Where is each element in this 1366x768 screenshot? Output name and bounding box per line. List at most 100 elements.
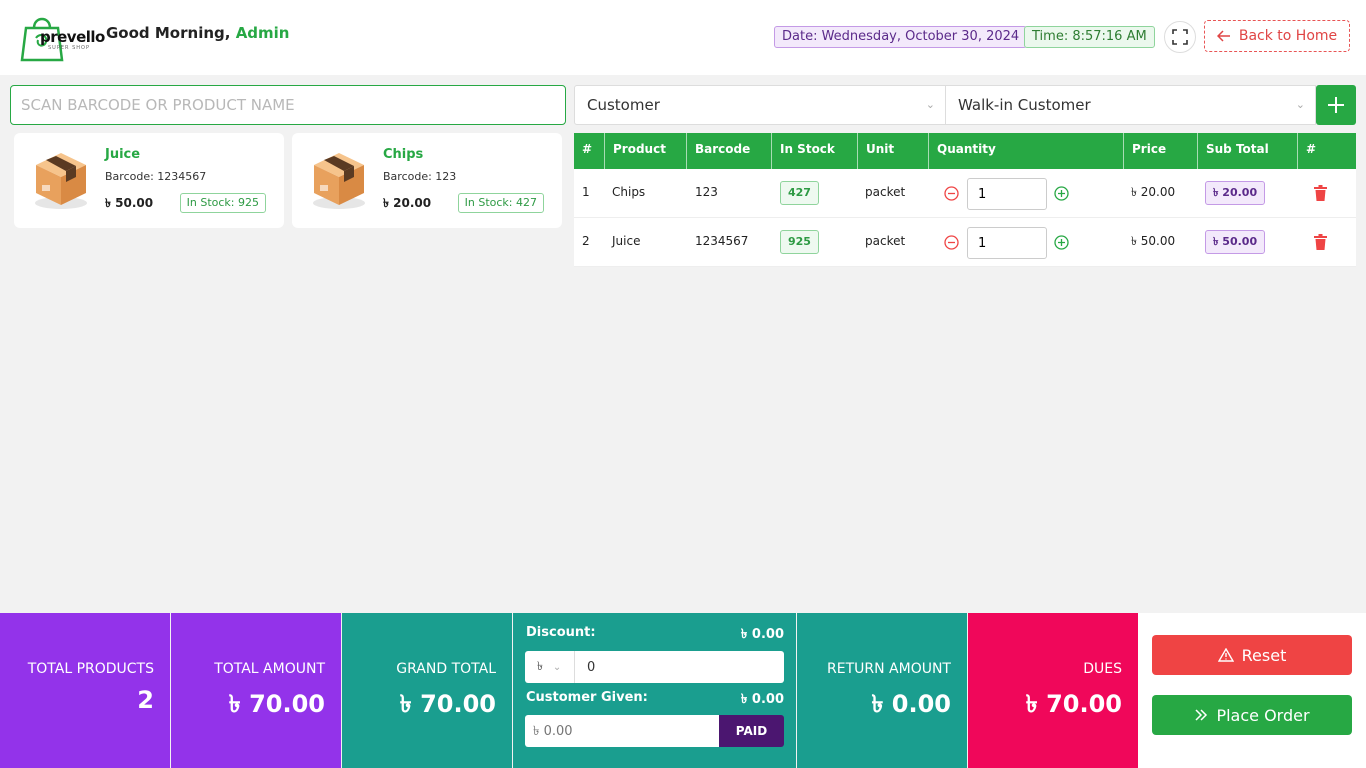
dues-panel: DUES ৳ 70.00 (968, 613, 1138, 768)
trash-icon[interactable] (1313, 234, 1328, 250)
chevron-down-icon: ⌄ (925, 98, 935, 111)
row-subtotal-badge: ৳ 20.00 (1205, 181, 1266, 205)
return-amount-value: ৳ 0.00 (871, 690, 951, 718)
product-search-input[interactable] (10, 85, 566, 125)
col-barcode: Barcode (686, 133, 771, 169)
product-name: Juice (105, 147, 141, 162)
table-row: 2 Juice 1234567 925 packet ৳ 50.00 ৳ 50.… (574, 218, 1356, 267)
double-chevron-right-icon (1195, 709, 1208, 721)
customer-type-select[interactable]: Customer ⌄ (574, 85, 946, 125)
product-barcode: Barcode: 123 (383, 170, 457, 183)
product-stock-badge: In Stock: 925 (179, 193, 266, 213)
discount-label: Discount: (526, 625, 596, 640)
table-row: 1 Chips 123 427 packet ৳ 20.00 ৳ 20.00 (574, 169, 1356, 218)
grand-total-panel: GRAND TOTAL ৳ 70.00 (342, 613, 512, 768)
discount-amount: ৳ 0.00 (740, 627, 784, 642)
minus-circle-icon[interactable] (944, 186, 959, 201)
product-price: ৳ 20.00 (383, 196, 432, 210)
cart-table-header: # Product Barcode In Stock Unit Quantity… (574, 133, 1356, 169)
quantity-input[interactable] (967, 227, 1047, 259)
customer-given-label: Customer Given: (526, 690, 648, 705)
greeting-text: Good Morning, (106, 24, 231, 42)
place-order-button[interactable]: Place Order (1152, 695, 1352, 735)
return-amount-panel: RETURN AMOUNT ৳ 0.00 (797, 613, 967, 768)
col-unit: Unit (857, 133, 928, 169)
warning-icon (1217, 648, 1234, 662)
plus-icon (1328, 97, 1344, 113)
user-name: Admin (235, 24, 290, 42)
row-index: 2 (582, 234, 590, 248)
chevron-down-icon: ⌄ (552, 662, 562, 673)
row-barcode: 123 (695, 185, 718, 199)
discount-currency: ৳ (537, 659, 543, 673)
date-badge: Date: Wednesday, October 30, 2024 (774, 26, 1028, 48)
customer-name-select[interactable]: Walk-in Customer ⌄ (945, 85, 1316, 125)
greeting: Good Morning, Admin (106, 24, 289, 42)
customer-given-input[interactable] (525, 715, 719, 747)
package-box-icon (313, 153, 365, 209)
reset-label: Reset (1241, 645, 1287, 665)
col-price: Price (1123, 133, 1197, 169)
fullscreen-button[interactable] (1164, 21, 1196, 53)
arrow-left-icon (1216, 30, 1230, 42)
col-action: # (1297, 133, 1356, 169)
discount-input[interactable] (575, 651, 784, 683)
paid-button[interactable]: PAID (719, 715, 784, 747)
summary-footer: TOTAL PRODUCTS 2 TOTAL AMOUNT ৳ 70.00 GR… (0, 613, 1366, 768)
customer-name-value: Walk-in Customer (958, 96, 1091, 114)
col-index: # (582, 142, 593, 156)
top-header: prevello SUPER SHOP Good Morning, Admin … (0, 0, 1366, 75)
row-index: 1 (582, 185, 590, 199)
row-subtotal-badge: ৳ 50.00 (1205, 230, 1266, 254)
place-order-label: Place Order (1216, 705, 1310, 725)
grand-total-value: ৳ 70.00 (399, 690, 496, 718)
dues-label: DUES (1083, 661, 1122, 677)
product-price: ৳ 50.00 (105, 196, 154, 210)
discount-panel: Discount: ৳ 0.00 ৳ ⌄ Customer Given: ৳ 0… (513, 613, 796, 768)
plus-circle-icon[interactable] (1054, 235, 1069, 250)
fullscreen-icon (1172, 29, 1188, 45)
total-amount-value: ৳ 70.00 (228, 690, 325, 718)
product-card-juice[interactable]: Juice Barcode: 1234567 ৳ 50.00 In Stock:… (14, 133, 284, 228)
row-unit: packet (865, 234, 906, 248)
action-panel: Reset Place Order (1138, 613, 1366, 768)
col-quantity: Quantity (928, 133, 1123, 169)
customer-type-value: Customer (587, 96, 660, 114)
back-to-home-button[interactable]: Back to Home (1204, 20, 1350, 52)
total-products-value: 2 (137, 686, 154, 714)
col-subtotal: Sub Total (1197, 133, 1297, 169)
reset-button[interactable]: Reset (1152, 635, 1352, 675)
row-price: ৳ 50.00 (1131, 234, 1176, 248)
trash-icon[interactable] (1313, 185, 1328, 201)
row-stock-badge: 925 (780, 230, 819, 254)
total-products-panel: TOTAL PRODUCTS 2 (0, 613, 170, 768)
row-unit: packet (865, 185, 906, 199)
total-amount-panel: TOTAL AMOUNT ৳ 70.00 (171, 613, 341, 768)
product-barcode: Barcode: 1234567 (105, 170, 207, 183)
brand-tagline: SUPER SHOP (48, 45, 90, 51)
dues-value: ৳ 70.00 (1025, 690, 1122, 718)
product-card-chips[interactable]: Chips Barcode: 123 ৳ 20.00 In Stock: 427 (292, 133, 562, 228)
row-barcode: 1234567 (695, 234, 749, 248)
time-badge: Time: 8:57:16 AM (1024, 26, 1155, 48)
return-amount-label: RETURN AMOUNT (827, 661, 951, 677)
product-stock-badge: In Stock: 427 (457, 193, 544, 213)
total-amount-label: TOTAL AMOUNT (214, 661, 325, 677)
minus-circle-icon[interactable] (944, 235, 959, 250)
row-stock-badge: 427 (780, 181, 819, 205)
col-in-stock: In Stock (771, 133, 857, 169)
product-name: Chips (383, 147, 424, 162)
row-product: Juice (612, 234, 641, 248)
back-to-home-label: Back to Home (1238, 28, 1338, 44)
row-price: ৳ 20.00 (1131, 185, 1176, 199)
add-customer-button[interactable] (1316, 85, 1356, 125)
package-box-icon (35, 153, 87, 209)
total-products-label: TOTAL PRODUCTS (27, 661, 154, 677)
discount-type-select[interactable]: ৳ ⌄ (525, 651, 575, 683)
quantity-input[interactable] (967, 178, 1047, 210)
plus-circle-icon[interactable] (1054, 186, 1069, 201)
brand-name: prevello (40, 28, 105, 46)
brand-logo[interactable]: prevello SUPER SHOP (20, 10, 105, 66)
col-product: Product (604, 133, 686, 169)
row-product: Chips (612, 185, 646, 199)
